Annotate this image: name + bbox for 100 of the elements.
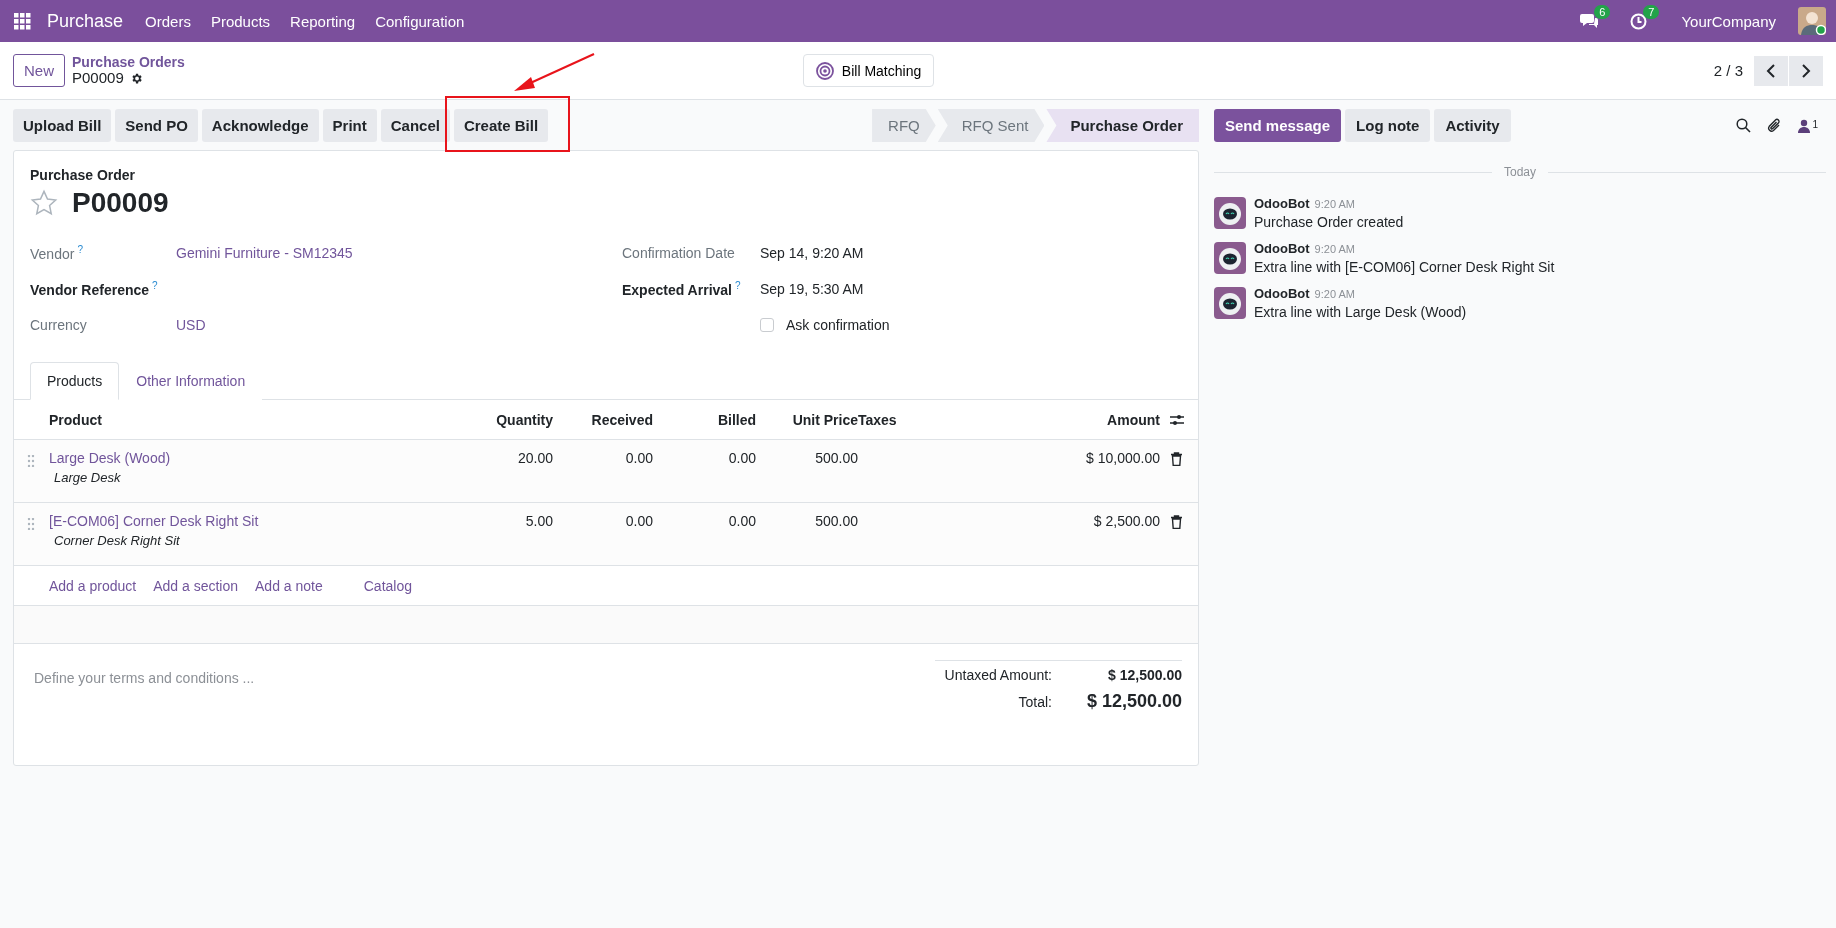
checkbox-label: Ask confirmation <box>786 317 890 333</box>
column-header: Product <box>49 411 103 428</box>
previous-button[interactable] <box>1754 55 1788 86</box>
action-button[interactable]: Cancel <box>380 109 450 142</box>
table-cell-text: 0.00 <box>727 450 756 468</box>
target-icon <box>815 61 834 80</box>
nav-menu-item[interactable]: Products <box>210 12 271 30</box>
next-button[interactable] <box>1789 55 1823 86</box>
column-header: Billed <box>716 411 756 428</box>
message-time: 9:20 AM <box>1314 198 1355 210</box>
column-header: Quantity <box>495 411 553 428</box>
field-value[interactable]: Gemini Furniture - SM12345 <box>176 245 353 261</box>
table-cell-text: 0.00 <box>624 450 653 468</box>
column-settings-icon[interactable] <box>1170 413 1184 426</box>
notification-badge: 7 <box>1643 4 1660 19</box>
bot-avatar <box>1214 287 1246 319</box>
apps-menu-icon[interactable] <box>14 12 31 30</box>
field-label: Confirmation Date <box>622 245 736 261</box>
table-cell-text: 500.00 <box>814 513 858 531</box>
action-button[interactable]: Create Bill <box>453 109 549 142</box>
message-text: Extra line with Large Desk (Wood) <box>1254 304 1467 320</box>
terms-field[interactable]: Define your terms and conditions ... <box>34 670 255 716</box>
record-title: P00009 <box>72 187 169 219</box>
chatter-button[interactable]: Log note <box>1345 109 1431 142</box>
breadcrumb-link[interactable]: Purchase Orders <box>72 54 185 70</box>
product-description: Corner Desk Right Sit <box>53 533 181 548</box>
drag-handle-icon[interactable] <box>27 455 35 467</box>
field-label: Expected Arrival $^{?}$ <box>622 280 742 298</box>
checkbox[interactable] <box>760 318 774 332</box>
column-header: Taxes <box>858 411 898 428</box>
trash-icon[interactable] <box>1170 515 1183 529</box>
message-text: Extra line with [E-COM06] Corner Desk Right Sit <box>1254 259 1555 275</box>
star-icon[interactable] <box>30 189 58 217</box>
record-name: P00009 <box>72 69 124 87</box>
add-line-link[interactable]: Add a product <box>49 577 137 594</box>
total-value: $ 12,500.00 <box>1085 690 1182 713</box>
field-value: Sep 19, 5:30 AM <box>760 281 864 297</box>
message-time: 9:20 AM <box>1314 288 1355 300</box>
product-link[interactable]: [E-COM06] Corner Desk Right Sit <box>49 513 453 529</box>
action-button[interactable]: Upload Bill <box>13 109 112 142</box>
message-text: Purchase Order created <box>1254 214 1404 230</box>
product-link[interactable]: Large Desk (Wood) <box>49 450 453 466</box>
table-cell-text: 500.00 <box>814 450 858 468</box>
message-time: 9:20 AM <box>1314 243 1355 255</box>
user-avatar[interactable] <box>1798 7 1826 35</box>
nav-menu-item[interactable]: Reporting <box>290 12 356 30</box>
trash-icon[interactable] <box>1170 452 1183 466</box>
column-header: Received <box>590 411 653 428</box>
bill-matching-button[interactable]: Bill Matching <box>802 54 935 87</box>
drag-handle-icon[interactable] <box>27 518 35 530</box>
action-button[interactable]: Send PO <box>115 109 198 142</box>
chevron-right-icon <box>1801 63 1811 78</box>
add-line-link[interactable]: Add a note <box>255 577 323 594</box>
message-author: OdooBot <box>1254 286 1310 301</box>
status-step[interactable]: RFQ Sent <box>937 109 1045 142</box>
follower-count: 1 <box>1812 118 1818 130</box>
search-icon[interactable] <box>1736 118 1752 133</box>
chat-icon[interactable] <box>1580 13 1599 29</box>
status-step[interactable]: Purchase Order <box>1046 109 1199 142</box>
total-label: Total: <box>1017 693 1052 710</box>
message-author: OdooBot <box>1254 241 1310 256</box>
chatter-button[interactable]: Activity <box>1434 109 1511 142</box>
field-label: Vendor Reference $^{?}$ <box>30 280 159 298</box>
pager-value: 2 / 3 <box>1713 62 1743 79</box>
date-separator: Today <box>1504 165 1536 179</box>
add-line-link[interactable]: Catalog <box>363 577 412 594</box>
bot-avatar <box>1214 197 1246 229</box>
action-button[interactable]: Acknowledge <box>201 109 319 142</box>
new-button[interactable]: New <box>13 54 65 87</box>
tab[interactable]: Products <box>30 362 120 400</box>
amount-cell-text: $ 2,500.00 <box>1092 513 1160 531</box>
untaxed-value: $ 12,500.00 <box>1107 666 1182 685</box>
message-author: OdooBot <box>1254 196 1310 211</box>
follower-icon[interactable] <box>1798 118 1811 133</box>
nav-menu-item[interactable]: Orders <box>145 12 191 30</box>
product-description: Large Desk <box>53 470 122 485</box>
table-cell-text: 5.00 <box>524 513 553 531</box>
column-header: Unit Price <box>791 411 858 428</box>
untaxed-label: Untaxed Amount: <box>943 667 1052 683</box>
table-cell-text: 0.00 <box>727 513 756 531</box>
add-line-link[interactable]: Add a section <box>153 577 238 594</box>
notification-badge: 6 <box>1594 5 1611 19</box>
chatter-button[interactable]: Send message <box>1214 109 1342 142</box>
status-step[interactable]: RFQ <box>872 109 936 142</box>
app-name[interactable]: Purchase <box>47 10 124 32</box>
paperclip-icon[interactable] <box>1767 117 1783 134</box>
column-header: Amount <box>1106 411 1160 428</box>
field-value: Sep 14, 9:20 AM <box>760 245 864 261</box>
nav-menu-item[interactable]: Configuration <box>375 12 465 30</box>
action-button[interactable]: Print <box>322 109 377 142</box>
bot-avatar <box>1214 242 1246 274</box>
form-title-label: Purchase Order <box>30 167 137 183</box>
table-cell-text: 0.00 <box>624 513 653 531</box>
chevron-left-icon <box>1766 63 1776 78</box>
table-cell-text: 20.00 <box>516 450 553 468</box>
clock-icon[interactable] <box>1630 12 1648 30</box>
field-value[interactable]: USD <box>176 317 206 333</box>
field-label: Vendor $^{?}$ <box>30 244 84 262</box>
field-label: Currency <box>30 317 88 333</box>
company-name[interactable]: YourCompany <box>1681 12 1776 30</box>
